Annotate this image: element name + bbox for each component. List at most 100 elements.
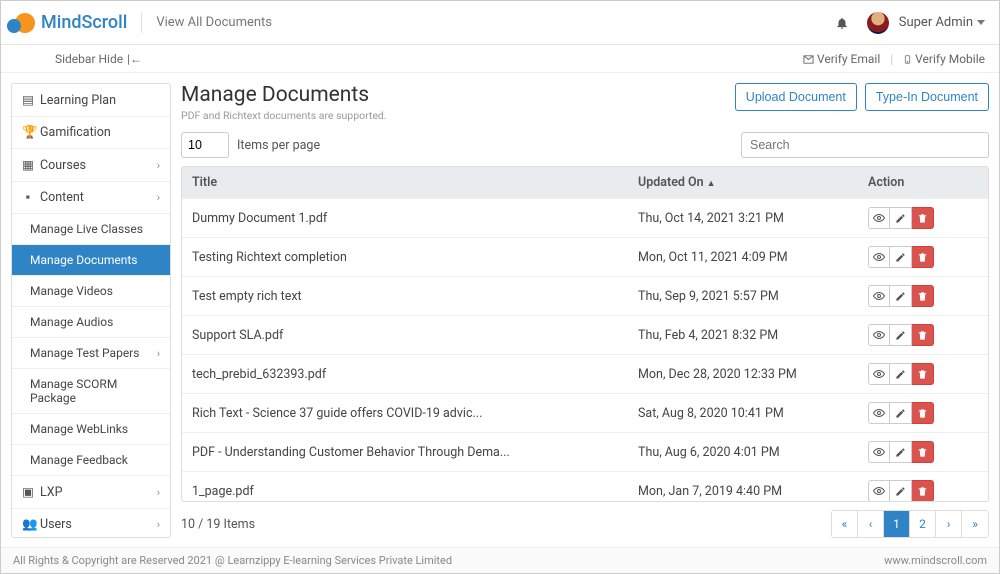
main-content: Manage Documents PDF and Richtext docume… [181,83,989,538]
user-menu[interactable]: Super Admin [867,12,985,34]
chevron-right-icon: › [157,159,160,172]
edit-button[interactable] [890,402,912,424]
sidebar-item-learning-plan[interactable]: ▤Learning Plan [12,84,170,117]
upload-document-button[interactable]: Upload Document [735,83,857,111]
notifications-icon[interactable] [835,16,849,30]
view-all-documents-link[interactable]: View All Documents [156,15,272,30]
cell-actions [858,394,988,432]
sidebar-item-lxp[interactable]: ▣LXP› [12,476,170,509]
view-button[interactable] [868,480,890,502]
delete-button[interactable] [912,324,934,346]
footer-link[interactable]: www.mindscroll.com [884,554,987,567]
sidebar-sub-documents[interactable]: Manage Documents [12,245,170,276]
page-title: Manage Documents [181,83,387,107]
table-row: PDF - Understanding Customer Behavior Th… [182,432,988,471]
delete-button[interactable] [912,480,934,502]
divider: | [890,52,893,66]
table-row: Dummy Document 1.pdfThu, Oct 14, 2021 3:… [182,198,988,237]
edit-button[interactable] [890,207,912,229]
items-per-page-input[interactable] [181,132,229,158]
avatar [867,12,889,34]
footer-copyright: All Rights & Copyright are Reserved 2021… [13,554,452,567]
type-in-document-button[interactable]: Type-In Document [865,83,989,111]
table-row: Test empty rich textThu, Sep 9, 2021 5:5… [182,276,988,315]
edit-button[interactable] [890,324,912,346]
chevron-down-icon [977,20,985,25]
col-updated[interactable]: Updated On▲ [628,167,858,198]
edit-button[interactable] [890,285,912,307]
sort-asc-icon: ▲ [707,179,716,189]
view-button[interactable] [868,207,890,229]
table-row: Rich Text - Science 37 guide offers COVI… [182,393,988,432]
cell-title: Dummy Document 1.pdf [182,203,628,234]
sidebar-sub-videos[interactable]: Manage Videos [12,276,170,307]
view-button[interactable] [868,402,890,424]
cell-title: Testing Richtext completion [182,242,628,273]
cell-actions [858,238,988,276]
sidebar-item-gamification[interactable]: 🏆Gamification [12,117,170,149]
page-1[interactable]: 1 [884,511,910,537]
page-next[interactable]: › [936,511,962,537]
cell-title: tech_prebid_632393.pdf [182,359,628,390]
edit-button[interactable] [890,246,912,268]
cell-title: 1_page.pdf [182,476,628,503]
top-bar: MindScroll View All Documents Super Admi… [1,1,999,45]
delete-button[interactable] [912,402,934,424]
verify-mobile-link[interactable]: Verify Mobile [903,52,985,66]
grid-icon: ▦ [22,157,34,173]
sidebar-item-content[interactable]: ▪Content› [12,182,170,214]
brand-logo[interactable]: MindScroll [15,12,127,33]
book-icon: ▤ [22,92,34,108]
sidebar-hide-toggle[interactable]: Sidebar Hide |← [15,52,142,66]
col-title[interactable]: Title [182,167,628,198]
page-first[interactable]: « [832,511,858,537]
sidebar-sub-scorm[interactable]: Manage SCORM Package [12,369,170,414]
sidebar-sub-weblinks[interactable]: Manage WebLinks [12,414,170,445]
page-footer: All Rights & Copyright are Reserved 2021… [1,547,999,573]
cell-updated: Thu, Oct 14, 2021 3:21 PM [628,203,858,234]
cell-title: Support SLA.pdf [182,320,628,351]
cell-updated: Sat, Aug 8, 2020 10:41 PM [628,398,858,429]
cell-updated: Mon, Jan 7, 2019 4:40 PM [628,476,858,503]
cell-updated: Thu, Aug 6, 2020 4:01 PM [628,437,858,468]
delete-button[interactable] [912,285,934,307]
sidebar-sub-audios[interactable]: Manage Audios [12,307,170,338]
edit-button[interactable] [890,480,912,502]
delete-button[interactable] [912,207,934,229]
delete-button[interactable] [912,246,934,268]
sidebar-item-courses[interactable]: ▦Courses› [12,149,170,182]
sidebar-sub-feedback[interactable]: Manage Feedback [12,445,170,476]
view-button[interactable] [868,246,890,268]
sidebar-sub-test-papers[interactable]: Manage Test Papers› [12,338,170,369]
edit-button[interactable] [890,363,912,385]
page-prev[interactable]: ‹ [858,511,884,537]
cell-actions [858,355,988,393]
chevron-right-icon: › [157,486,160,499]
chevron-right-icon: › [157,518,160,531]
delete-button[interactable] [912,363,934,385]
cell-updated: Thu, Feb 4, 2021 8:32 PM [628,320,858,351]
cell-updated: Mon, Dec 28, 2020 12:33 PM [628,359,858,390]
search-input[interactable] [741,132,989,158]
sidebar-sub-live-classes[interactable]: Manage Live Classes [12,214,170,245]
trophy-icon: 🏆 [22,125,34,140]
view-button[interactable] [868,363,890,385]
items-count: 10 / 19 Items [181,517,255,532]
verify-email-link[interactable]: Verify Email [803,52,880,66]
table-header: Title Updated On▲ Action [182,167,988,198]
cell-actions [858,316,988,354]
page-2[interactable]: 2 [910,511,936,537]
table-row: Testing Richtext completionMon, Oct 11, … [182,237,988,276]
edit-button[interactable] [890,441,912,463]
sidebar: ▤Learning Plan 🏆Gamification ▦Courses› ▪… [11,83,171,538]
view-button[interactable] [868,441,890,463]
page-last[interactable]: » [962,511,988,537]
view-button[interactable] [868,285,890,307]
sidebar-item-users[interactable]: 👥Users› [12,509,170,538]
delete-button[interactable] [912,441,934,463]
cell-actions [858,472,988,502]
cell-actions [858,433,988,471]
users-icon: 👥 [22,517,34,532]
utility-bar: Sidebar Hide |← Verify Email | Verify Mo… [1,45,999,73]
view-button[interactable] [868,324,890,346]
